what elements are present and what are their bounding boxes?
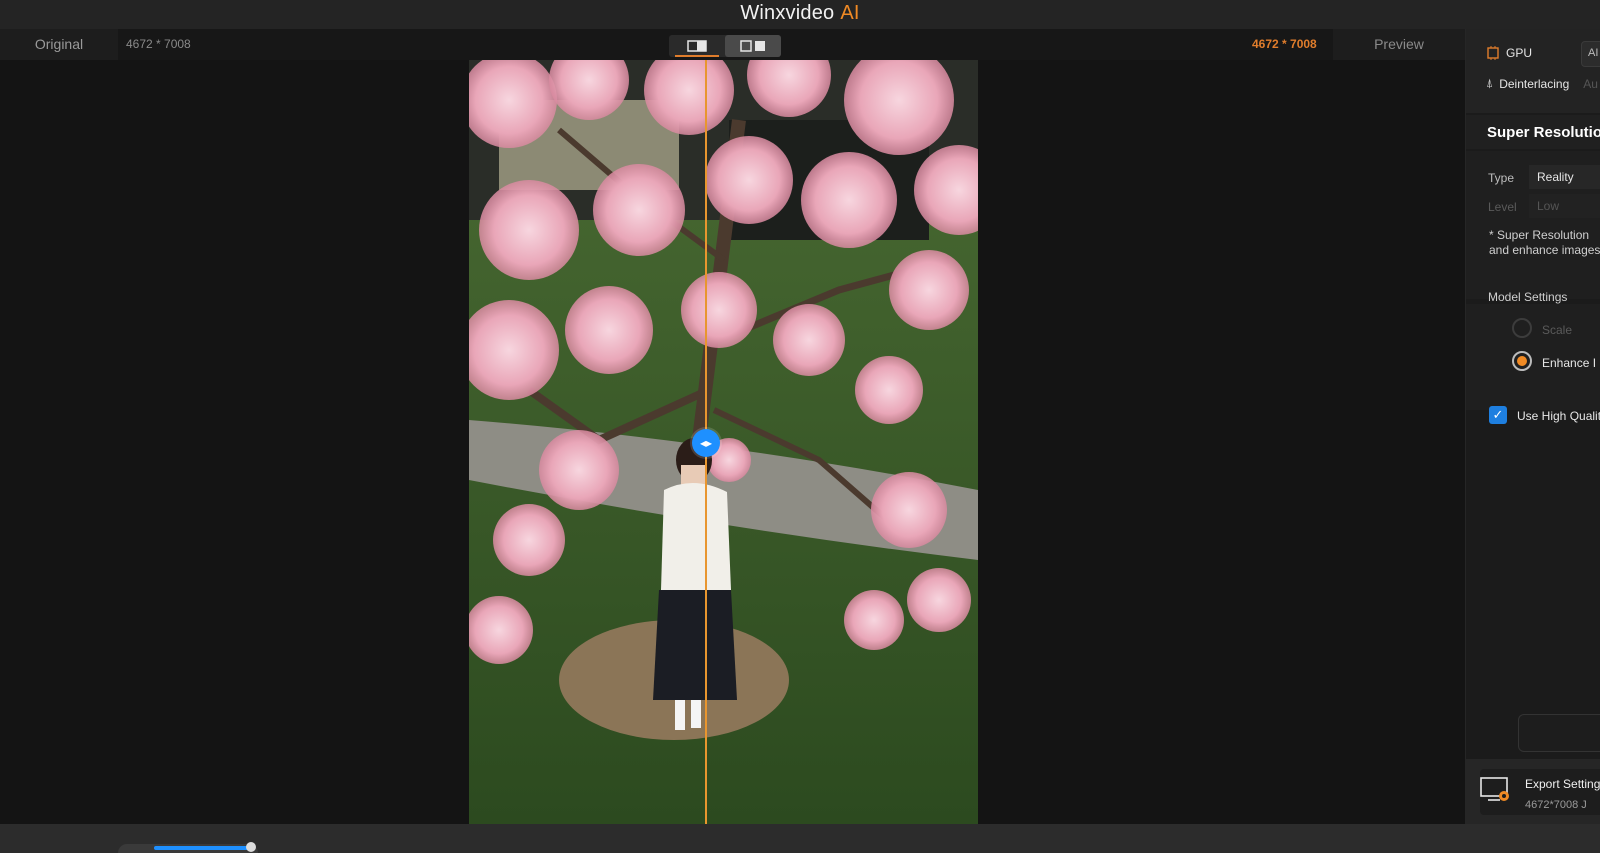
preview-stage: ◂▸	[0, 60, 1465, 824]
deinterlace-icon: ⍋	[1486, 76, 1494, 90]
super-resolution-box: Type Reality Level Low	[1466, 151, 1600, 299]
compare-mode-toggle[interactable]	[669, 35, 781, 57]
split-view-button[interactable]	[669, 35, 725, 57]
app-title-ai: AI	[840, 2, 860, 24]
app-title-main: Winxvideo	[740, 2, 835, 24]
side-by-side-icon	[740, 40, 765, 52]
chip-icon	[1487, 46, 1499, 60]
side-by-side-button[interactable]	[725, 35, 781, 57]
viewer-header: Original 4672 * 7008 4672 * 7008 Preview	[0, 29, 1465, 60]
level-label: Level	[1488, 200, 1517, 214]
settings-panel: GPU AI ⍋ Deinterlacing Au Super Resoluti…	[1465, 29, 1600, 824]
hardware-settings	[1466, 29, 1600, 113]
enhance-radio[interactable]	[1512, 351, 1532, 371]
export-settings-icon	[1480, 777, 1509, 801]
preview-image	[469, 60, 978, 824]
gpu-row: GPU	[1486, 46, 1532, 60]
super-resolution-note: * Super Resolution and enhance images	[1489, 228, 1600, 258]
compare-divider-handle[interactable]: ◂▸	[692, 429, 720, 457]
type-label: Type	[1488, 171, 1515, 185]
level-select[interactable]: Low	[1529, 194, 1600, 218]
deinterlacing-value[interactable]: Au	[1583, 77, 1598, 91]
output-resolution: 4672 * 7008	[1252, 37, 1317, 51]
model-settings-box: Model Settings Scale Enhance I	[1466, 290, 1600, 410]
original-label: Original	[0, 29, 118, 60]
type-select[interactable]: Reality	[1529, 165, 1600, 189]
export-settings-detail: 4672*7008 J	[1525, 799, 1587, 811]
timeline-knob[interactable]	[246, 842, 256, 852]
note-line-2: and enhance images	[1489, 243, 1600, 257]
export-settings-box[interactable]	[1466, 759, 1600, 824]
timeline-selection[interactable]	[154, 846, 250, 850]
scale-label: Scale	[1542, 323, 1573, 337]
split-view-icon	[687, 40, 707, 52]
note-line-1: * Super Resolution	[1489, 228, 1590, 242]
model-settings-label: Model Settings	[1488, 290, 1568, 304]
timeline-bar	[0, 824, 1600, 853]
app-title: Winxvideo AI	[0, 2, 1600, 25]
original-resolution: 4672 * 7008	[126, 37, 191, 51]
gpu-label: GPU	[1506, 46, 1533, 60]
drag-arrows-icon: ◂▸	[699, 436, 713, 450]
enhance-label: Enhance I	[1542, 356, 1597, 370]
gpu-select[interactable]: AI	[1581, 41, 1600, 67]
scale-radio[interactable]	[1512, 318, 1532, 338]
title-bar: Winxvideo AI	[0, 0, 1600, 29]
deinterlacing-label: Deinterlacing	[1499, 76, 1570, 91]
section-title: Super Resolutio	[1466, 115, 1600, 149]
preview-label: Preview	[1333, 29, 1465, 60]
export-settings-title: Export Setting	[1525, 777, 1600, 791]
run-button[interactable]	[1518, 714, 1600, 752]
high-quality-checkbox[interactable]: ✓	[1489, 406, 1507, 424]
high-quality-label: Use High Qualit	[1517, 409, 1600, 423]
deinterlacing-row: ⍋ Deinterlacing Au	[1486, 76, 1598, 91]
